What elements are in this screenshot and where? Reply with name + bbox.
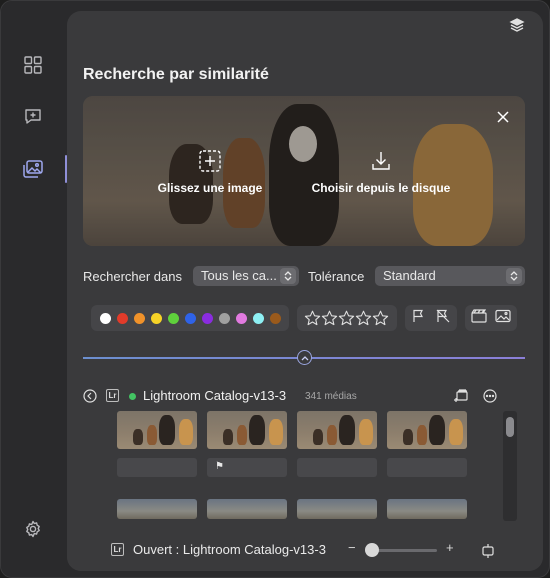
app-window: Recherche par similarité Glissez une ima… [0, 0, 550, 578]
grid-icon[interactable] [21, 53, 45, 77]
chevron-updown-icon [506, 268, 522, 284]
collapse-toggle[interactable] [297, 350, 312, 365]
page-title: Recherche par similarité [83, 66, 269, 83]
color-filter-dot[interactable] [100, 312, 111, 324]
choose-from-disk-button[interactable]: Choisir depuis le disque [311, 150, 451, 195]
chevron-updown-icon [280, 268, 296, 284]
thumbnail-caption [387, 458, 467, 477]
star-icon[interactable] [338, 310, 355, 326]
zoom-slider-knob[interactable] [365, 543, 379, 557]
unflag-icon[interactable] [436, 309, 450, 328]
color-filter-dot[interactable] [134, 312, 145, 324]
lightroom-badge: Lr [111, 543, 124, 556]
color-filter-dot[interactable] [117, 312, 128, 324]
media-count: 341 médias [305, 391, 357, 402]
media-thumbnail[interactable] [207, 411, 287, 449]
star-icon[interactable] [304, 310, 321, 326]
open-catalog-status: Ouvert : Lightroom Catalog-v13-3 [133, 542, 326, 557]
import-stack-icon[interactable] [453, 388, 469, 409]
choose-from-disk-label: Choisir depuis le disque [311, 181, 451, 195]
media-thumbnail[interactable] [207, 499, 287, 519]
color-filter-dot[interactable] [185, 312, 196, 324]
catalog-name: Lightroom Catalog-v13-3 [143, 388, 287, 403]
search-in-value: Tous les ca... [201, 268, 277, 283]
drag-image-target[interactable]: Glissez une image [157, 150, 263, 195]
flag-filter [405, 305, 457, 331]
flag-icon[interactable] [412, 309, 426, 328]
color-filter-dot[interactable] [202, 312, 213, 324]
layers-icon[interactable] [509, 17, 525, 38]
download-icon [311, 150, 451, 175]
gear-icon[interactable] [21, 517, 45, 541]
reference-image-dropzone[interactable]: Glissez une image Choisir depuis le disq… [83, 96, 525, 246]
zoom-out-button[interactable]: − [348, 540, 356, 555]
status-bar: Lr Ouvert : Lightroom Catalog-v13-3 − + [67, 535, 543, 571]
star-icon[interactable] [372, 310, 389, 326]
add-image-icon [157, 150, 263, 175]
tolerance-select[interactable]: Standard [375, 266, 525, 286]
media-type-filter [465, 305, 517, 331]
more-icon[interactable] [483, 389, 497, 408]
main-panel: Recherche par similarité Glissez une ima… [67, 11, 543, 571]
sidebar [1, 1, 67, 577]
back-icon[interactable] [83, 389, 97, 408]
media-thumbnail[interactable] [297, 411, 377, 449]
chevron-up-icon [301, 355, 308, 360]
sync-icon[interactable] [481, 543, 495, 564]
search-in-select[interactable]: Tous les ca... [193, 266, 299, 286]
thumbnail-caption: ⚑ [207, 458, 287, 477]
rating-filter [297, 305, 397, 331]
chat-add-icon[interactable] [21, 105, 45, 129]
flag-icon: ⚑ [215, 461, 224, 472]
media-thumbnail[interactable] [387, 411, 467, 449]
photo-stack-icon[interactable] [21, 157, 45, 181]
photo-icon[interactable] [495, 309, 511, 328]
tolerance-label: Tolérance [308, 269, 365, 284]
star-icon[interactable] [321, 310, 338, 326]
media-thumbnail[interactable] [387, 499, 467, 519]
lightroom-badge: Lr [106, 389, 119, 402]
color-filter-dot[interactable] [253, 312, 264, 324]
status-dot [129, 393, 136, 400]
star-icon[interactable] [355, 310, 372, 326]
zoom-in-button[interactable]: + [446, 540, 454, 555]
color-filter-dot[interactable] [219, 312, 230, 324]
media-thumbnail[interactable] [297, 499, 377, 519]
color-filter-dot[interactable] [270, 312, 281, 324]
tolerance-value: Standard [383, 268, 436, 283]
color-filter-dot[interactable] [168, 312, 179, 324]
color-label-filter [91, 305, 289, 331]
catalog-header: Lr Lightroom Catalog-v13-3 341 médias [83, 387, 525, 407]
color-filter-dot[interactable] [236, 312, 247, 324]
scrollbar-thumb[interactable] [506, 417, 514, 437]
hero-overlay [83, 96, 525, 246]
close-icon[interactable] [497, 110, 509, 128]
drag-image-label: Glissez une image [157, 181, 263, 195]
media-thumbnail[interactable] [117, 411, 197, 449]
color-filter-dot[interactable] [151, 312, 162, 324]
media-thumbnail[interactable] [117, 499, 197, 519]
thumbnail-caption [117, 458, 197, 477]
video-icon[interactable] [471, 308, 487, 328]
search-in-label: Rechercher dans [83, 269, 182, 284]
thumbnail-caption [297, 458, 377, 477]
